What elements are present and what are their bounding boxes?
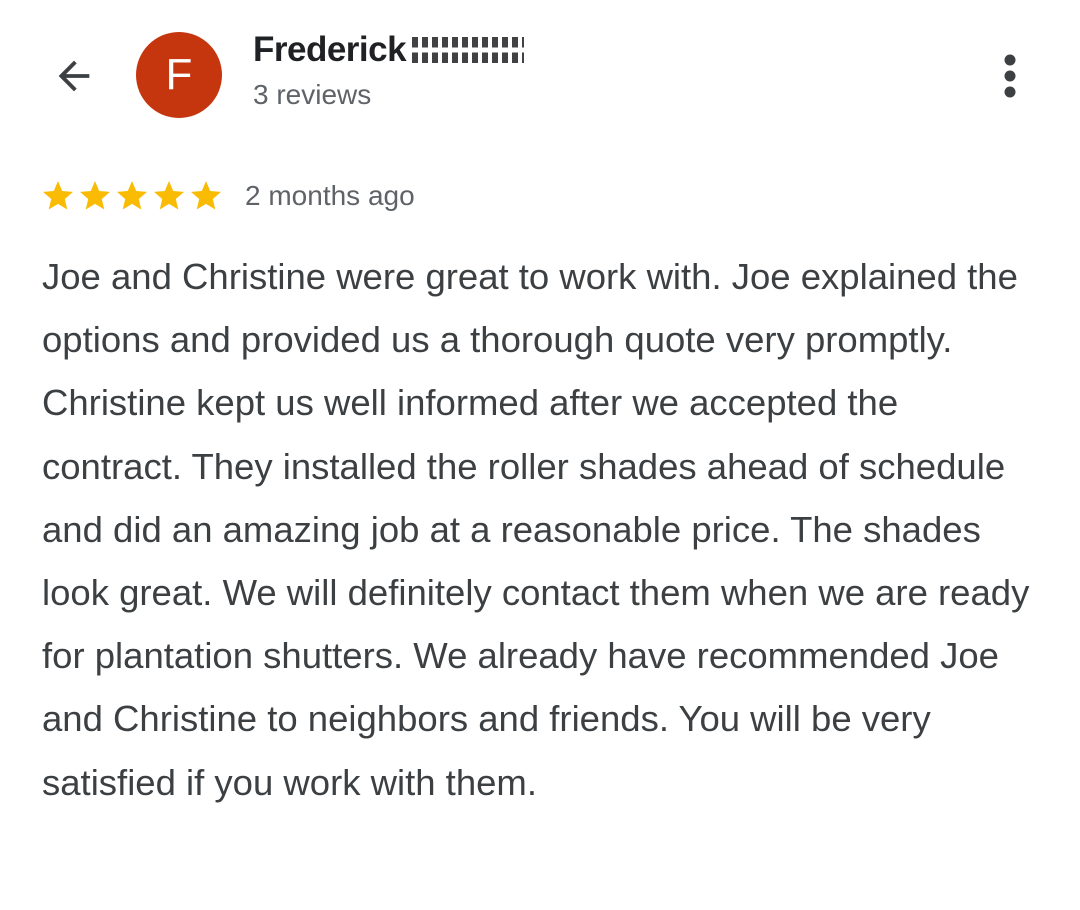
more-vert-icon — [1004, 54, 1016, 98]
avatar[interactable]: F — [136, 32, 222, 118]
back-button[interactable] — [44, 46, 104, 106]
rating-row: 2 months ago — [40, 176, 415, 216]
more-options-button[interactable] — [986, 46, 1034, 106]
star-filled-icon — [191, 181, 221, 210]
star-rating — [40, 178, 225, 214]
review-header: F Frederick 3 reviews — [0, 0, 1080, 150]
star-filled-icon — [117, 181, 147, 210]
reviewer-name: Frederick — [253, 30, 407, 69]
review-text: Joe and Christine were great to work wit… — [42, 256, 1030, 803]
star-filled-icon — [80, 181, 110, 210]
star-filled-icon — [154, 181, 184, 210]
avatar-letter: F — [165, 50, 193, 99]
reviewer-name-row[interactable]: Frederick — [253, 30, 525, 70]
star-filled-icon — [43, 181, 73, 210]
arrow-back-icon — [58, 60, 90, 92]
review-count: 3 reviews — [253, 79, 372, 110]
review-time: 2 months ago — [245, 180, 415, 211]
redacted-surname — [412, 37, 525, 63]
